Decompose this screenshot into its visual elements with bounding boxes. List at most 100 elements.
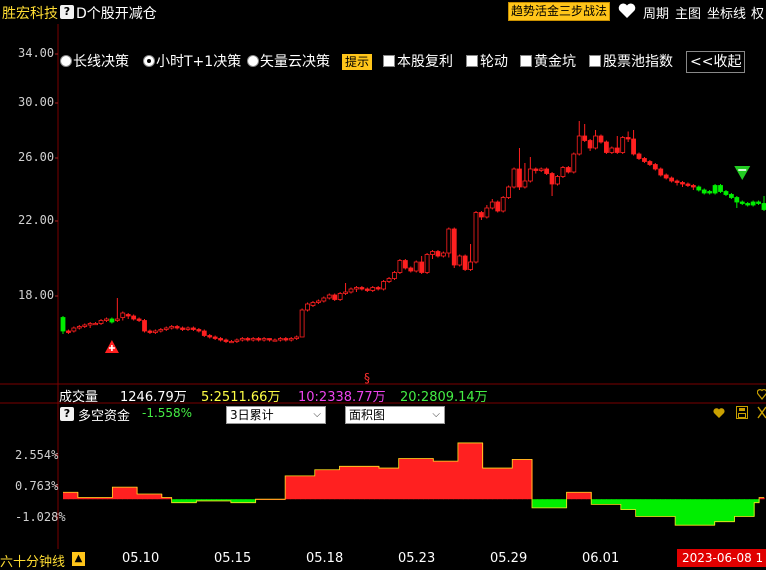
candle-body	[272, 339, 278, 342]
warning-icon[interactable]: ▲	[72, 552, 85, 566]
candle-body	[201, 330, 207, 336]
fund-flow-bar	[344, 466, 350, 500]
fund-flow-bar	[285, 475, 291, 500]
close-icon[interactable]	[757, 406, 766, 419]
candle-body	[484, 207, 490, 218]
hint-tag[interactable]: 提示	[342, 54, 373, 70]
check-golden-pit[interactable]: 黄金坑	[520, 51, 576, 73]
candle-body	[538, 168, 544, 171]
fund-flow-bar	[67, 492, 74, 500]
radio-icon[interactable]	[60, 55, 72, 67]
fund-flow-bar	[620, 499, 627, 510]
candle-body	[669, 177, 675, 182]
fund-flow-bar	[141, 494, 148, 500]
fund-flow-bar	[443, 461, 449, 500]
chart-type-select-value: 面积图	[349, 408, 386, 422]
fund-flow-bar	[448, 461, 454, 500]
candle-body	[451, 228, 457, 266]
chart-type-select[interactable]: 面积图 ⌵	[345, 406, 445, 424]
candle-body	[522, 180, 528, 188]
checkbox-icon[interactable]	[520, 55, 532, 67]
fund-flow-bar	[457, 442, 464, 500]
option-label: 轮动	[480, 54, 508, 70]
fund-flow-bar	[601, 499, 607, 505]
fund-flow-bar	[151, 494, 158, 500]
radio-selected-icon[interactable]	[143, 55, 155, 67]
fund-flow-bar	[551, 499, 558, 508]
candle-body	[446, 228, 452, 254]
fund-flow-bar	[531, 499, 538, 508]
period-select[interactable]: 3日累计 ⌵	[226, 406, 326, 424]
candle-body	[408, 267, 414, 272]
period-label[interactable]: 六十分钟线	[0, 551, 65, 570]
checkbox-icon[interactable]	[383, 55, 395, 67]
fund-flow-bar	[309, 475, 316, 500]
heart-outline-icon[interactable]	[757, 387, 766, 401]
check-pool-index[interactable]: 股票池指数	[589, 51, 673, 73]
candle-body	[430, 251, 435, 255]
candle-body	[647, 161, 653, 165]
candle-body	[734, 197, 740, 203]
fund-flow-bar	[670, 499, 676, 517]
fund-flow-bar	[418, 458, 424, 500]
heart-small-icon[interactable]	[713, 407, 725, 419]
check-rotation[interactable]: 轮动	[466, 51, 508, 73]
fund-flow-bar	[507, 468, 513, 500]
time-axis: 六十分钟线 ▲ 05.10 05.15 05.18 05.23 05.29 06…	[0, 549, 766, 570]
candle-body	[419, 261, 425, 273]
fund-flow-bar	[576, 492, 582, 500]
candle-body	[174, 326, 180, 329]
option-vector-cloud[interactable]: 矢量云决策	[247, 51, 330, 73]
checkbox-icon[interactable]	[589, 55, 601, 67]
candle-body	[120, 312, 126, 318]
fund-flow-bar	[354, 466, 360, 500]
radio-icon[interactable]	[247, 55, 259, 67]
save-icon[interactable]	[736, 406, 748, 419]
fund-flow-bar	[497, 468, 503, 500]
fund-flow-bar	[541, 499, 548, 508]
candle-body	[109, 318, 115, 323]
check-compound[interactable]: 本股复利	[383, 51, 453, 73]
fund-flow-bar	[403, 458, 410, 500]
fund-flow-bar	[699, 499, 706, 526]
fund-flow-bar	[571, 492, 578, 500]
candle-body	[104, 318, 109, 321]
candle-body	[636, 153, 642, 159]
fund-flow-bar	[63, 492, 69, 500]
cursor-date: 2023-06-08 1	[677, 549, 766, 567]
fund-flow-bar	[146, 494, 153, 500]
indicator-name[interactable]: 多空资金	[78, 405, 130, 424]
fund-flow-bar	[694, 499, 701, 526]
candle-body	[337, 293, 343, 300]
candle-body	[142, 320, 147, 332]
option-label: 本股复利	[397, 54, 453, 70]
candle-body	[500, 197, 506, 212]
candle-body	[593, 135, 598, 149]
candle-body	[642, 158, 647, 162]
fund-flow-bar	[452, 461, 459, 500]
candle-body	[685, 183, 691, 186]
candle-body	[370, 287, 376, 291]
chevron-down-icon: ⌵	[432, 409, 440, 420]
volume-bar: § 成交量 1246.79万 5:2511.66万 10:2338.77万 20…	[0, 371, 766, 405]
candle-body	[674, 180, 680, 183]
option-hourly[interactable]: 小时T+1决策	[143, 51, 241, 73]
fund-flow-bar	[339, 466, 345, 500]
candle-body	[457, 255, 463, 266]
candle-body	[582, 135, 588, 141]
fund-flow-bar	[314, 469, 321, 500]
fund-flow-bar	[433, 461, 439, 500]
candle-body	[185, 327, 191, 330]
candle-body	[707, 191, 713, 194]
candle-body	[310, 302, 316, 306]
checkbox-icon[interactable]	[466, 55, 478, 67]
candle-body	[680, 182, 685, 185]
option-long-term[interactable]: 长线决策	[60, 51, 129, 73]
candle-body	[207, 335, 213, 338]
indicator-help-icon[interactable]: ?	[60, 407, 74, 421]
collapse-button[interactable]: <<收起	[686, 51, 746, 73]
fund-flow-bar	[359, 466, 365, 500]
fund-flow-bar	[482, 468, 489, 500]
candle-body	[359, 287, 365, 290]
candle-body	[560, 167, 566, 177]
